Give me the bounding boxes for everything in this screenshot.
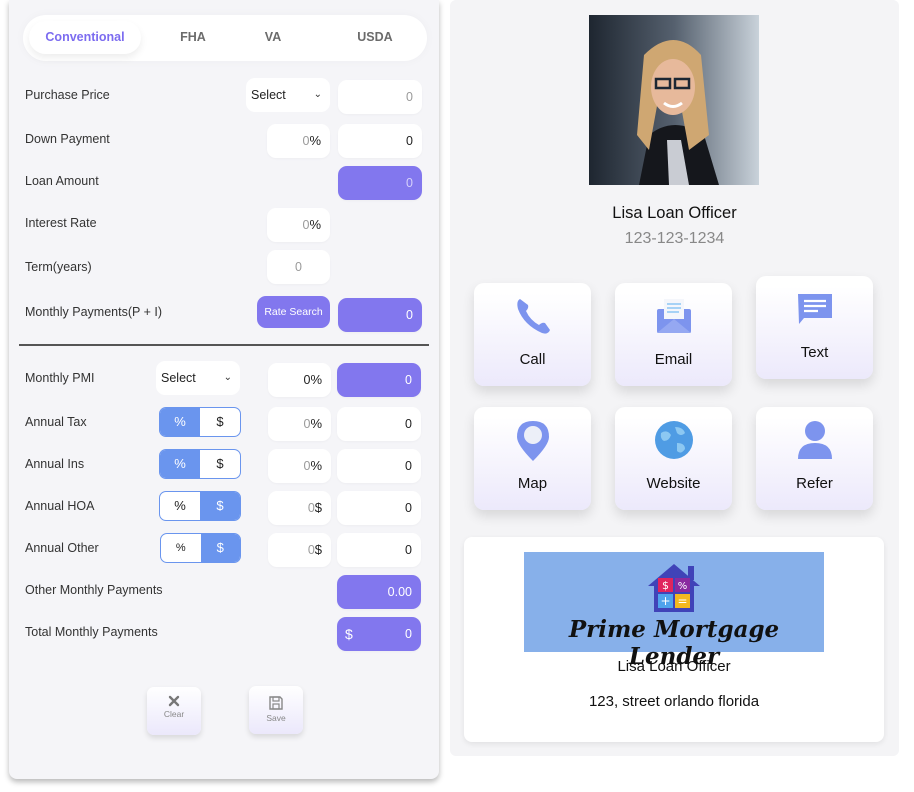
total-monthly-label: Total Monthly Payments — [25, 625, 158, 639]
officer-phone: 123-123-1234 — [624, 230, 725, 247]
select-value: Select — [251, 88, 286, 102]
term-label: Term(years) — [25, 260, 92, 274]
monthly-payments-label: Monthly Payments(P + I) — [25, 305, 162, 319]
chat-icon — [798, 294, 832, 324]
map-button[interactable]: Map — [474, 407, 591, 510]
down-payment-percent-input[interactable]: 0% — [267, 124, 330, 158]
officer-portrait-image — [589, 15, 759, 185]
chevron-down-icon: ⌄ — [223, 372, 232, 383]
tab-conventional[interactable]: Conventional — [29, 21, 141, 54]
loan-type-tabs: Conventional FHA VA USDA — [23, 15, 427, 61]
purchase-price-select[interactable]: Select ⌄ — [246, 78, 330, 112]
interest-rate-input[interactable]: 0% — [267, 208, 330, 242]
globe-icon — [655, 421, 693, 459]
person-icon — [798, 421, 832, 459]
clear-label: Clear — [163, 709, 185, 719]
map-label: Map — [517, 475, 548, 492]
email-label: Email — [654, 351, 693, 368]
text-button[interactable]: Text — [756, 276, 873, 379]
dollar-prefix: $ — [345, 626, 353, 642]
text-label: Text — [800, 344, 829, 361]
email-button[interactable]: Email — [615, 283, 732, 386]
card-officer-name: Lisa Loan Officer — [617, 658, 731, 675]
percent-toggle[interactable]: % — [160, 450, 200, 478]
rate-search-button[interactable]: Rate Search — [257, 296, 330, 328]
envelope-icon — [657, 299, 691, 333]
annual-hoa-unit-toggle: % $ — [159, 491, 241, 521]
monthly-pmi-label: Monthly PMI — [25, 371, 95, 385]
tab-va[interactable]: VA — [248, 21, 298, 54]
annual-other-unit-toggle: % $ — [160, 533, 241, 563]
annual-hoa-input[interactable]: 0$ — [268, 491, 331, 525]
mortgage-calculator-panel: Conventional FHA VA USDA Purchase Price … — [9, 0, 439, 779]
annual-tax-unit-toggle: % $ — [159, 407, 241, 437]
officer-photo — [589, 15, 759, 185]
term-input[interactable]: 0 — [267, 250, 330, 284]
percent-suffix: % — [309, 217, 321, 232]
business-card: $ % + = Prime Mortgage Lender Lisa Loan … — [464, 537, 884, 742]
percent-toggle[interactable]: % — [160, 492, 200, 520]
svg-text:+: + — [660, 594, 670, 608]
phone-icon — [517, 299, 550, 334]
call-label: Call — [519, 351, 546, 368]
card-address: 123, street orlando florida — [588, 693, 760, 710]
tab-fha[interactable]: FHA — [163, 21, 223, 54]
monthly-payments-output: 0 — [338, 298, 422, 332]
annual-other-input[interactable]: 0$ — [268, 533, 331, 567]
loan-amount-output: 0 — [338, 166, 422, 200]
annual-tax-input[interactable]: 0% — [268, 407, 331, 441]
annual-ins-output: 0 — [337, 449, 421, 483]
annual-ins-label: Annual Ins — [25, 457, 85, 471]
dollar-toggle[interactable]: $ — [200, 534, 240, 562]
website-label: Website — [646, 475, 701, 492]
loan-amount-label: Loan Amount — [25, 174, 99, 188]
annual-hoa-label: Annual HOA — [25, 499, 95, 513]
section-divider — [19, 344, 429, 346]
officer-name: Lisa Loan Officer — [612, 204, 737, 222]
floppy-disk-icon — [269, 696, 283, 710]
monthly-pmi-percent-input[interactable]: 0% — [268, 363, 331, 397]
dollar-toggle[interactable]: $ — [200, 492, 240, 520]
loan-officer-profile-panel: Lisa Loan Officer 123-123-1234 Call Emai… — [450, 0, 899, 756]
clear-button[interactable]: Clear — [147, 687, 201, 735]
company-logo: $ % + = Prime Mortgage Lender — [524, 552, 824, 670]
house-calculator-icon: $ % + = — [648, 564, 700, 612]
down-payment-input[interactable]: 0 — [338, 124, 422, 158]
select-value: Select — [161, 371, 196, 385]
interest-rate-label: Interest Rate — [25, 216, 97, 230]
close-icon — [168, 695, 180, 707]
save-button[interactable]: Save — [249, 686, 303, 734]
purchase-price-input[interactable]: 0 — [338, 80, 422, 114]
percent-toggle[interactable]: % — [160, 408, 200, 436]
annual-other-label: Annual Other — [25, 541, 99, 555]
dollar-toggle[interactable]: $ — [200, 450, 240, 478]
monthly-pmi-output: 0 — [337, 363, 421, 397]
svg-text:%: % — [678, 581, 688, 592]
other-monthly-output: 0.00 — [337, 575, 421, 609]
refer-label: Refer — [796, 475, 833, 492]
annual-tax-label: Annual Tax — [25, 415, 87, 429]
annual-hoa-output: 0 — [337, 491, 421, 525]
svg-text:=: = — [677, 594, 687, 608]
map-pin-icon — [517, 421, 549, 461]
annual-tax-output: 0 — [337, 407, 421, 441]
chevron-down-icon: ⌄ — [313, 89, 322, 100]
percent-toggle[interactable]: % — [161, 534, 201, 562]
other-monthly-label: Other Monthly Payments — [25, 583, 163, 597]
down-payment-label: Down Payment — [25, 132, 110, 146]
percent-suffix: % — [309, 133, 321, 148]
annual-other-output: 0 — [337, 533, 421, 567]
save-label: Save — [266, 713, 286, 723]
annual-ins-input[interactable]: 0% — [268, 449, 331, 483]
refer-button[interactable]: Refer — [756, 407, 873, 510]
call-button[interactable]: Call — [474, 283, 591, 386]
purchase-price-label: Purchase Price — [25, 88, 110, 102]
website-button[interactable]: Website — [615, 407, 732, 510]
svg-text:$: $ — [662, 579, 669, 592]
monthly-pmi-select[interactable]: Select ⌄ — [156, 361, 240, 395]
tab-usda[interactable]: USDA — [345, 21, 405, 54]
annual-ins-unit-toggle: % $ — [159, 449, 241, 479]
dollar-toggle[interactable]: $ — [200, 408, 240, 436]
total-monthly-output: $0 — [337, 617, 421, 651]
